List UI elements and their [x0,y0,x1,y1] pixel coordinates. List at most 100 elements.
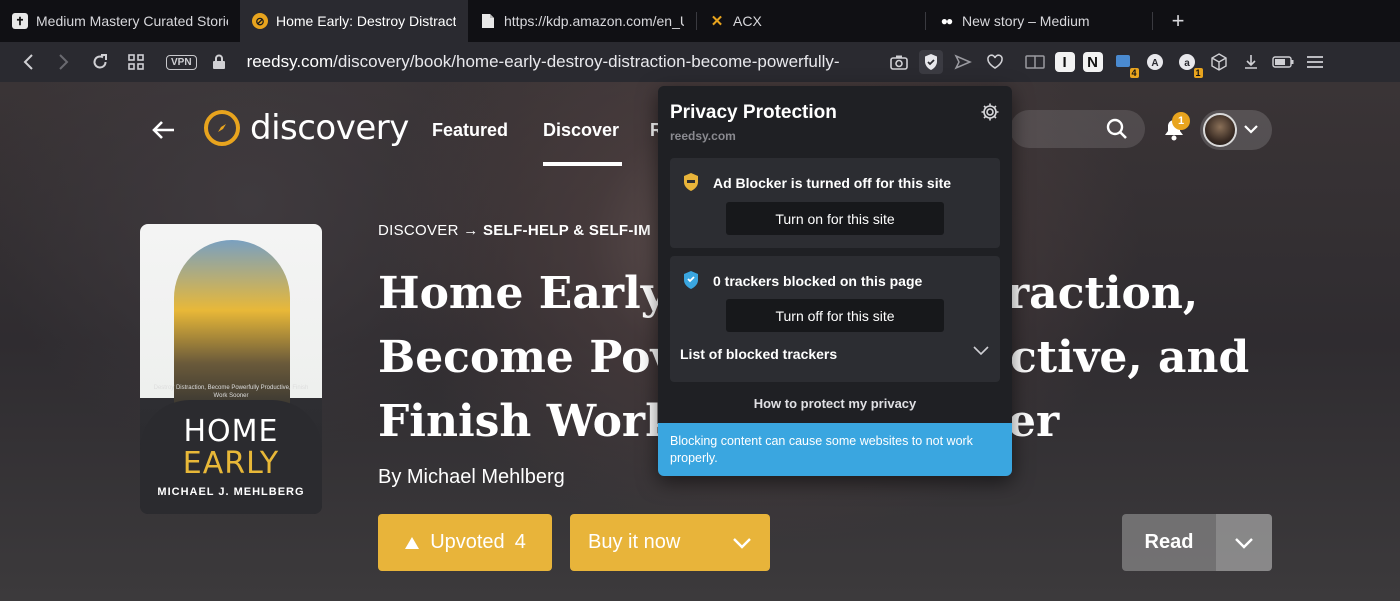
grid-icon [128,54,144,70]
buy-label: Buy it now [588,531,681,553]
site-logo[interactable]: discovery [204,108,409,148]
title-line-2: Become Pov [378,332,677,383]
trackers-status: 0 trackers blocked on this page [713,273,923,289]
reedsy-icon: ⊘ [252,13,268,29]
menu-icon[interactable] [1303,50,1327,74]
cover-title-bottom: EARLY [182,446,280,481]
vpn-badge[interactable]: VPN [166,54,197,70]
cover-title-top: HOME [183,414,279,449]
reload-icon [93,54,107,69]
privacy-protection-popover: Privacy Protection reedsy.com Ad Blocker… [658,86,1012,476]
cover-author: MICHAEL J. MEHLBERG [157,486,305,498]
buy-now-button[interactable]: Buy it now [570,514,770,571]
notification-badge: 1 [1172,112,1190,130]
url-host: reedsy.com [246,52,334,71]
book-author[interactable]: By Michael Mehlberg [378,466,565,489]
compass-icon [204,110,240,146]
tab-medium-mastery[interactable]: ✝ Medium Mastery Curated Storie [0,0,240,42]
ayt-extension-icon[interactable]: a 1 [1175,50,1203,78]
chevron-right-icon [59,54,69,70]
blocked-trackers-list-toggle[interactable]: List of blocked trackers [680,346,837,362]
title-line-1: Home Early [378,268,667,319]
tab-kdp[interactable]: https://kdp.amazon.com/en_US [468,0,696,42]
svg-text:A: A [1151,58,1158,69]
back-button[interactable] [14,48,42,76]
chevron-left-icon [23,54,33,70]
tab-new-story[interactable]: ●● New story – Medium [926,0,1152,42]
notion-icon[interactable]: N [1082,52,1103,72]
popover-domain: reedsy.com [670,129,736,143]
instapaper-icon[interactable]: I [1054,52,1075,72]
title-tail-2: ctive, and [1010,332,1250,383]
title-tail-1: raction, [1006,268,1199,319]
upvote-button[interactable]: Upvoted 4 [378,514,552,571]
download-icon[interactable] [1239,50,1263,74]
tab-acx[interactable]: ✕ ACX [697,0,925,42]
heart-icon[interactable] [983,50,1007,74]
chevron-down-icon [1235,537,1253,549]
gear-icon[interactable] [980,102,1000,122]
battery-icon[interactable] [1271,50,1295,74]
url-path: /discovery/book/home-early-destroy-distr… [333,52,840,71]
lock-icon[interactable] [205,48,233,76]
ad-blocker-shield-icon [682,172,700,192]
books-extension-icon[interactable]: 4 [1111,50,1139,78]
acx-icon: ✕ [710,13,724,30]
tab-label: ACX [733,13,762,29]
upvote-label: Upvoted [430,531,505,553]
privacy-warning: Blocking content can cause some websites… [658,423,1012,476]
tab-label: https://kdp.amazon.com/en_US [504,13,684,29]
nav-featured[interactable]: Featured [432,120,508,141]
snapshot-icon[interactable] [887,50,911,74]
ad-blocker-card: Ad Blocker is turned off for this site T… [670,158,1000,248]
privacy-shield-icon[interactable] [918,50,943,74]
read-options-button[interactable] [1216,514,1272,571]
chevron-down-icon [1243,121,1259,139]
breadcrumb-root[interactable]: DISCOVER [378,222,459,239]
back-arrow-icon[interactable] [142,102,186,158]
svg-text:a: a [1184,58,1190,69]
privacy-help-link[interactable]: How to protect my privacy [658,396,1012,411]
title-line-3: Finish Work [378,396,676,447]
triangle-up-icon [405,536,420,549]
active-nav-indicator [543,162,622,166]
tab-grid-button[interactable] [122,48,150,76]
address-field[interactable]: reedsy.com/discovery/book/home-early-des… [247,52,879,72]
avatar [1203,113,1237,147]
breadcrumb-arrow: → [463,222,479,239]
document-icon [480,13,496,29]
breadcrumb-current[interactable]: SELF-HELP & SELF-IM [483,222,651,239]
extension-badge: 1 [1193,68,1203,78]
reload-button[interactable] [86,48,114,76]
popover-title: Privacy Protection [670,102,837,123]
upvote-count: 4 [514,531,526,553]
tab-home-early[interactable]: ⊘ Home Early: Destroy Distraction [240,0,468,42]
ad-blocker-status: Ad Blocker is turned off for this site [713,175,952,191]
search-icon[interactable] [1106,118,1128,146]
browser-toolbar: VPN reedsy.com/discovery/book/home-early… [0,42,1400,82]
ad-blocker-toggle-button[interactable]: Turn on for this site [726,202,944,235]
nav-discover[interactable]: Discover [543,120,619,141]
chevron-down-icon[interactable] [972,344,990,362]
book-cover[interactable]: Destroy Distraction, Become Powerfully P… [140,224,322,514]
chevron-down-icon [733,537,751,549]
tracker-shield-icon [682,270,700,290]
read-button[interactable]: Read [1122,514,1216,571]
tab-label: Home Early: Destroy Distraction [276,13,456,29]
tab-strip: ✝ Medium Mastery Curated Storie ⊘ Home E… [0,0,1400,42]
forward-button[interactable] [50,48,78,76]
medium-mastery-icon: ✝ [12,13,28,29]
cover-subtitle: Destroy Distraction, Become Powerfully P… [153,385,309,399]
reader-icon[interactable] [1023,50,1047,74]
title-tail-3: er [1008,396,1060,447]
extension-badge: 4 [1129,68,1139,78]
cube-icon[interactable] [1207,50,1231,74]
send-icon[interactable] [951,50,975,74]
account-menu[interactable] [1200,110,1272,150]
logo-text: discovery [250,108,409,148]
tab-separator [1152,12,1153,30]
trackers-card: 0 trackers blocked on this page Turn off… [670,256,1000,382]
translate-icon[interactable]: A [1143,50,1167,74]
new-tab-button[interactable]: + [1165,8,1191,34]
trackers-toggle-button[interactable]: Turn off for this site [726,299,944,332]
